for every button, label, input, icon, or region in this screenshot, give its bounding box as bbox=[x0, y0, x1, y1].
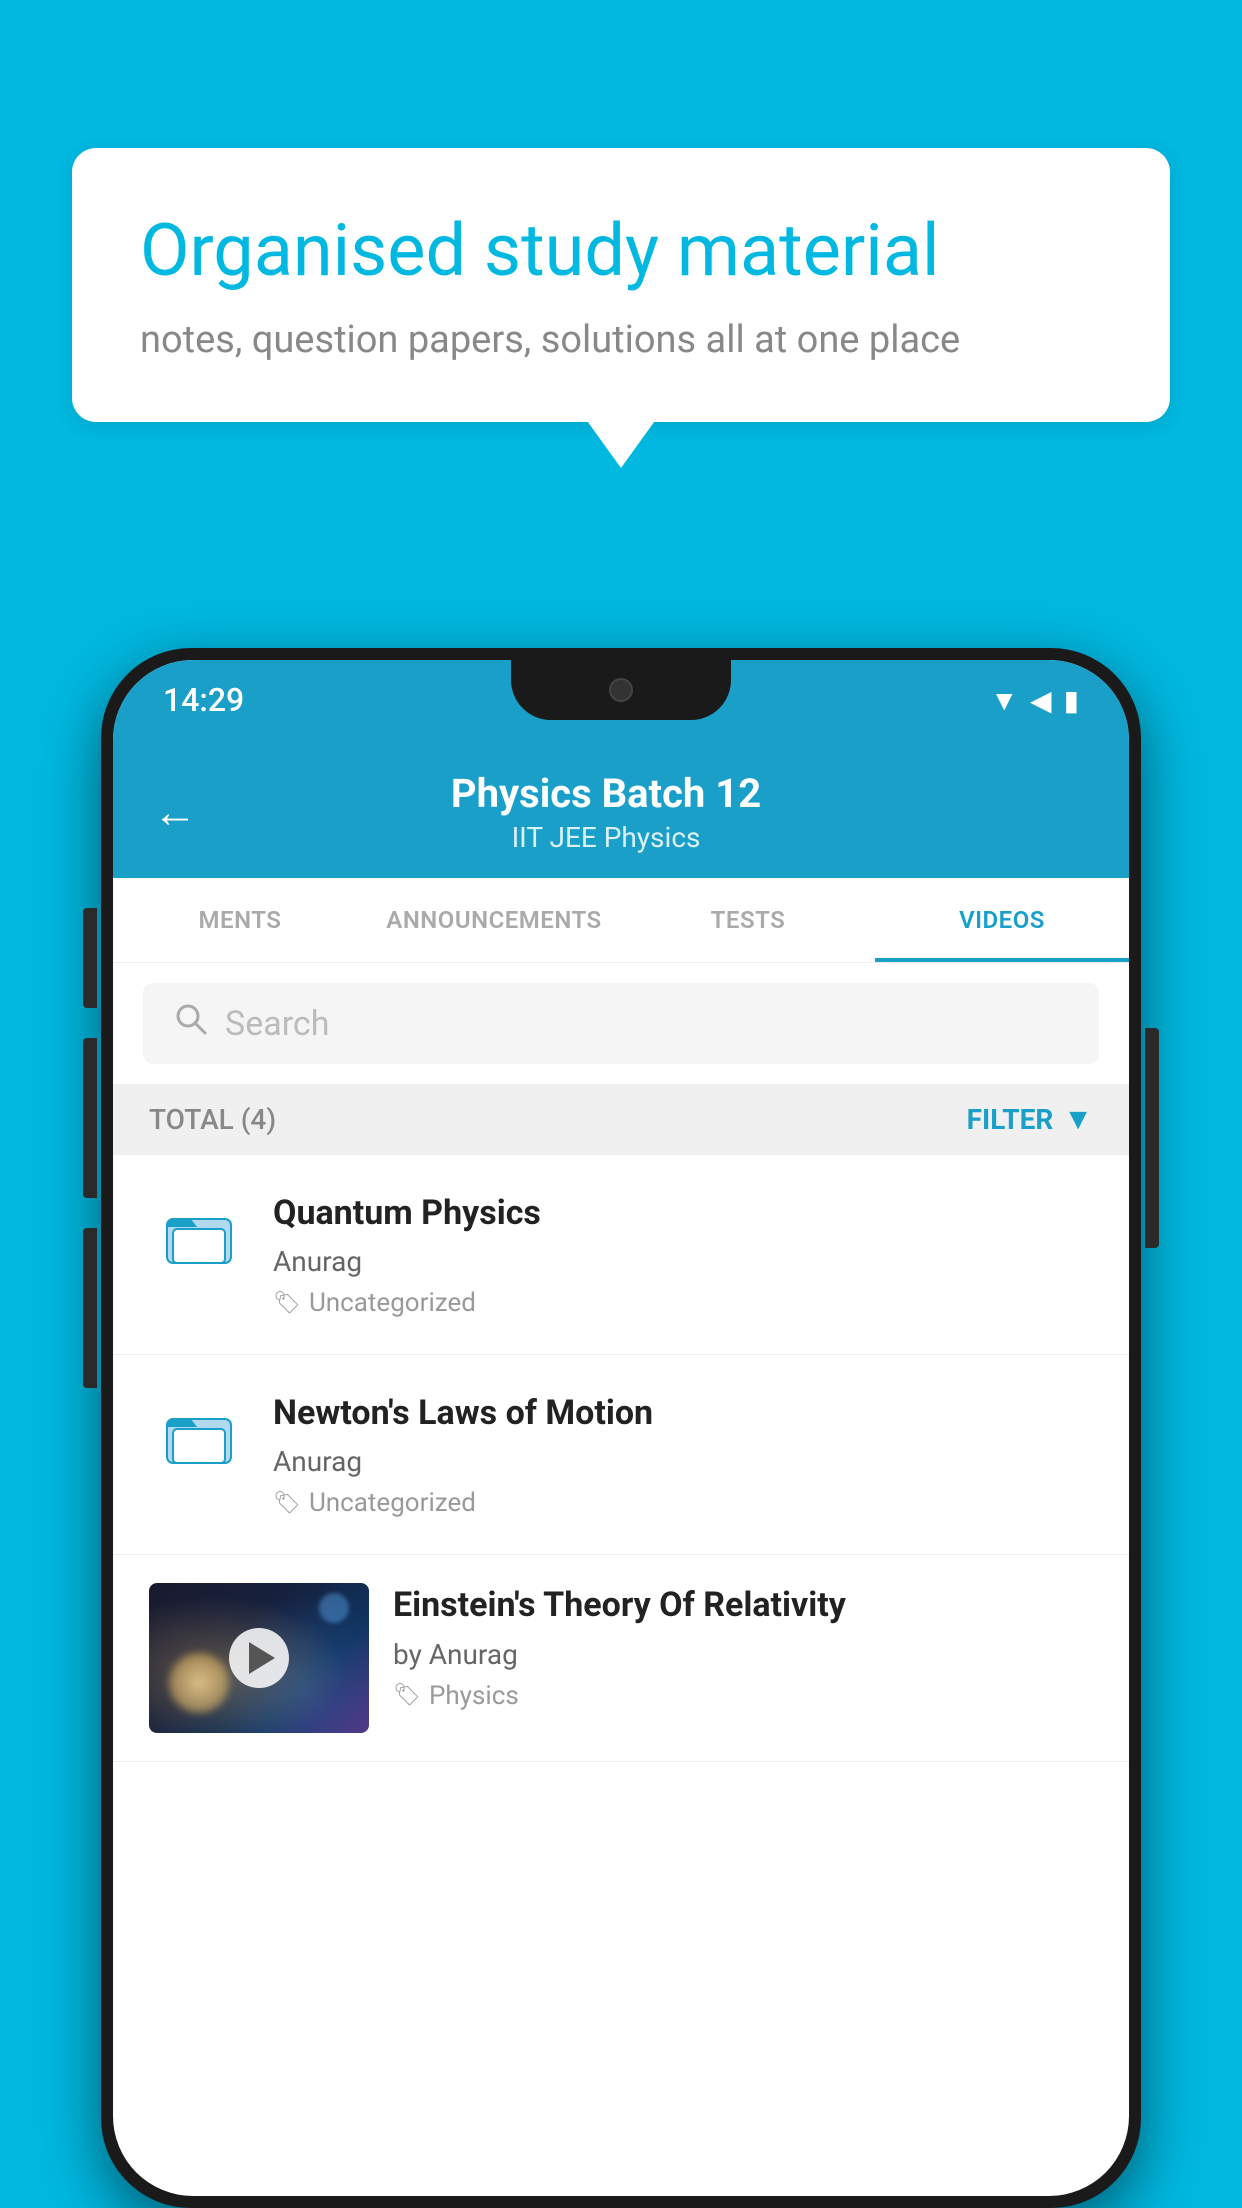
tag-label: Physics bbox=[429, 1681, 519, 1711]
phone-screen: 14:29 ▼ ◀ ▮ ← Physics Batch 12 IIT JEE P… bbox=[113, 660, 1129, 2196]
filter-label: FILTER bbox=[967, 1103, 1054, 1136]
tabs-bar: MENTS ANNOUNCEMENTS TESTS VIDEOS bbox=[113, 878, 1129, 963]
video-title: Einstein's Theory Of Relativity bbox=[393, 1583, 1093, 1627]
tab-videos[interactable]: VIDEOS bbox=[875, 878, 1129, 962]
folder-thumb-newton bbox=[149, 1391, 249, 1471]
tag-icon: 🏷 bbox=[273, 1491, 301, 1516]
tab-tests[interactable]: TESTS bbox=[621, 878, 875, 962]
total-count: TOTAL (4) bbox=[149, 1103, 276, 1136]
play-button[interactable] bbox=[229, 1628, 289, 1688]
video-thumbnail-einstein bbox=[149, 1583, 369, 1733]
side-button-volume-mute bbox=[83, 908, 97, 1008]
signal-icon: ◀ bbox=[1030, 684, 1052, 717]
bubble-title: Organised study material bbox=[140, 208, 1102, 294]
speech-bubble: Organised study material notes, question… bbox=[72, 148, 1170, 422]
tag-label: Uncategorized bbox=[309, 1488, 476, 1518]
video-author: Anurag bbox=[273, 1445, 1093, 1478]
tab-ments[interactable]: MENTS bbox=[113, 878, 367, 962]
status-icons: ▼ ◀ ▮ bbox=[990, 684, 1079, 717]
phone-notch bbox=[511, 660, 731, 720]
list-item[interactable]: Quantum Physics Anurag 🏷 Uncategorized bbox=[113, 1155, 1129, 1355]
wifi-icon: ▼ bbox=[990, 684, 1018, 717]
filter-button[interactable]: FILTER ▼ bbox=[967, 1102, 1093, 1137]
video-tag: 🏷 Physics bbox=[393, 1681, 1093, 1711]
video-author: Anurag bbox=[273, 1245, 1093, 1278]
list-item[interactable]: Einstein's Theory Of Relativity by Anura… bbox=[113, 1555, 1129, 1762]
video-info-newton: Newton's Laws of Motion Anurag 🏷 Uncateg… bbox=[249, 1391, 1093, 1518]
filter-icon: ▼ bbox=[1063, 1102, 1093, 1137]
tag-label: Uncategorized bbox=[309, 1288, 476, 1318]
tab-announcements[interactable]: ANNOUNCEMENTS bbox=[367, 878, 621, 962]
header-title: Physics Batch 12 bbox=[227, 770, 985, 817]
video-tag: 🏷 Uncategorized bbox=[273, 1288, 1093, 1318]
back-button[interactable]: ← bbox=[153, 786, 197, 838]
video-title: Newton's Laws of Motion bbox=[273, 1391, 1093, 1435]
video-info-einstein: Einstein's Theory Of Relativity by Anura… bbox=[369, 1583, 1093, 1710]
header-title-area: Physics Batch 12 IIT JEE Physics bbox=[227, 770, 985, 854]
video-tag: 🏷 Uncategorized bbox=[273, 1488, 1093, 1518]
header-subtitle: IIT JEE Physics bbox=[227, 821, 985, 854]
video-info-quantum: Quantum Physics Anurag 🏷 Uncategorized bbox=[249, 1191, 1093, 1318]
bubble-subtitle: notes, question papers, solutions all at… bbox=[140, 318, 1102, 362]
search-input-placeholder: Search bbox=[225, 1004, 329, 1044]
side-button-volume-up bbox=[83, 1038, 97, 1198]
video-title: Quantum Physics bbox=[273, 1191, 1093, 1235]
side-button-volume-down bbox=[83, 1228, 97, 1388]
search-icon bbox=[173, 1001, 209, 1046]
side-button-power bbox=[1145, 1028, 1159, 1248]
list-item[interactable]: Newton's Laws of Motion Anurag 🏷 Uncateg… bbox=[113, 1355, 1129, 1555]
tag-icon: 🏷 bbox=[273, 1291, 301, 1316]
tag-icon: 🏷 bbox=[393, 1683, 421, 1708]
battery-icon: ▮ bbox=[1064, 684, 1079, 717]
status-time: 14:29 bbox=[163, 681, 244, 719]
filter-bar: TOTAL (4) FILTER ▼ bbox=[113, 1084, 1129, 1155]
video-author: by Anurag bbox=[393, 1638, 1093, 1671]
play-triangle-icon bbox=[249, 1642, 275, 1674]
speech-bubble-container: Organised study material notes, question… bbox=[72, 148, 1170, 422]
camera-dot bbox=[609, 678, 633, 702]
status-bar: 14:29 ▼ ◀ ▮ bbox=[113, 660, 1129, 740]
app-header: ← Physics Batch 12 IIT JEE Physics bbox=[113, 740, 1129, 878]
folder-thumb-quantum bbox=[149, 1191, 249, 1271]
video-list: Quantum Physics Anurag 🏷 Uncategorized bbox=[113, 1155, 1129, 1762]
phone-frame: 14:29 ▼ ◀ ▮ ← Physics Batch 12 IIT JEE P… bbox=[101, 648, 1141, 2208]
search-container: Search bbox=[113, 963, 1129, 1084]
search-bar[interactable]: Search bbox=[143, 983, 1099, 1064]
